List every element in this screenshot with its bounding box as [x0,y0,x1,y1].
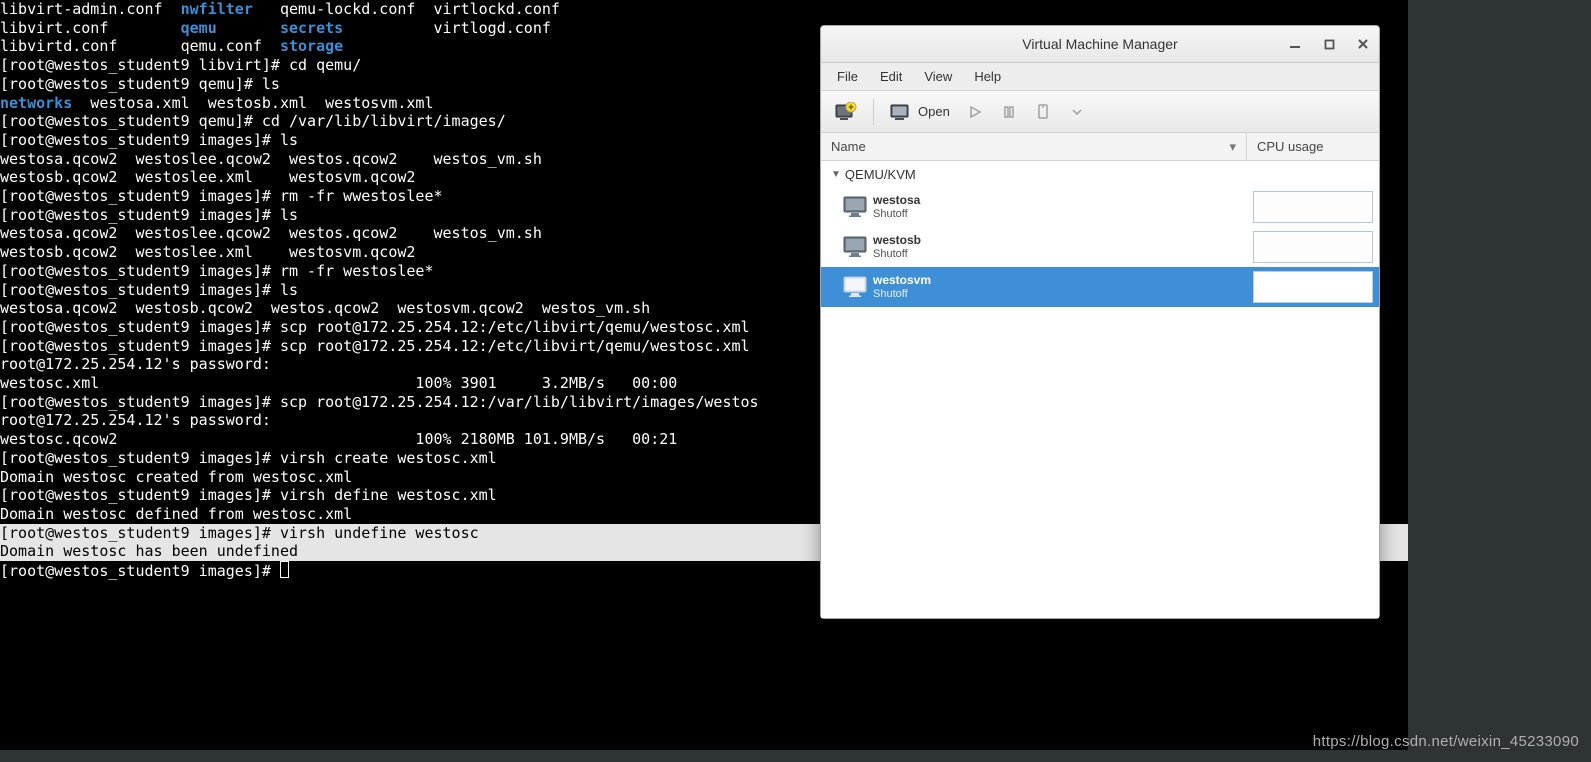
close-button[interactable] [1355,36,1371,52]
toolbar: Open [821,91,1379,133]
column-header-cpu[interactable]: CPU usage [1247,133,1379,160]
pause-button[interactable] [994,97,1024,127]
vm-name: westosa [873,193,1253,208]
cpu-graph [1253,271,1373,303]
shutdown-menu-button[interactable] [1062,97,1092,127]
open-label: Open [918,104,950,119]
shutdown-button[interactable] [1028,97,1058,127]
vm-row[interactable]: westosvmShutoff [821,267,1379,307]
column-header-name[interactable]: Name ▾ [821,133,1247,160]
vm-info: westosaShutoff [873,193,1253,222]
menu-view[interactable]: View [914,65,962,88]
connection-row[interactable]: ▼ QEMU/KVM [821,161,1379,187]
connection-label: QEMU/KVM [845,167,916,182]
maximize-button[interactable] [1321,36,1337,52]
menu-file[interactable]: File [827,65,868,88]
toolbar-separator [873,99,874,125]
vmm-window: Virtual Machine Manager File Edit View H… [820,25,1380,619]
monitor-icon [839,193,873,221]
vm-info: westosvmShutoff [873,273,1253,302]
vm-status: Shutoff [873,208,1253,222]
vm-row[interactable]: westosaShutoff [821,187,1379,227]
menu-edit[interactable]: Edit [870,65,912,88]
vm-info: westosbShutoff [873,233,1253,262]
sort-arrow-icon: ▾ [1229,139,1236,155]
cpu-graph [1253,191,1373,223]
list-header: Name ▾ CPU usage [821,133,1379,161]
window-title: Virtual Machine Manager [1022,36,1177,52]
column-cpu-label: CPU usage [1257,139,1323,154]
menubar: File Edit View Help [821,63,1379,91]
vm-status: Shutoff [873,288,1253,302]
monitor-icon [839,233,873,261]
cpu-graph [1253,231,1373,263]
minimize-button[interactable] [1287,36,1303,52]
monitor-icon [839,273,873,301]
column-name-label: Name [831,139,866,154]
menu-help[interactable]: Help [964,65,1011,88]
vm-name: westosvm [873,273,1253,288]
terminal-line: libvirt-admin.conf nwfilter qemu-lockd.c… [0,0,1408,19]
disclosure-triangle-icon[interactable]: ▼ [831,169,841,180]
new-vm-button[interactable] [829,97,863,127]
vm-name: westosb [873,233,1253,248]
titlebar[interactable]: Virtual Machine Manager [821,26,1379,63]
vm-status: Shutoff [873,248,1253,262]
cursor [280,561,289,578]
watermark: https://blog.csdn.net/weixin_45233090 [1313,733,1579,750]
vm-list[interactable]: ▼ QEMU/KVM westosaShutoff westosbShutoff… [821,161,1379,618]
run-button[interactable] [960,97,990,127]
vm-row[interactable]: westosbShutoff [821,227,1379,267]
open-button[interactable]: Open [884,97,956,127]
